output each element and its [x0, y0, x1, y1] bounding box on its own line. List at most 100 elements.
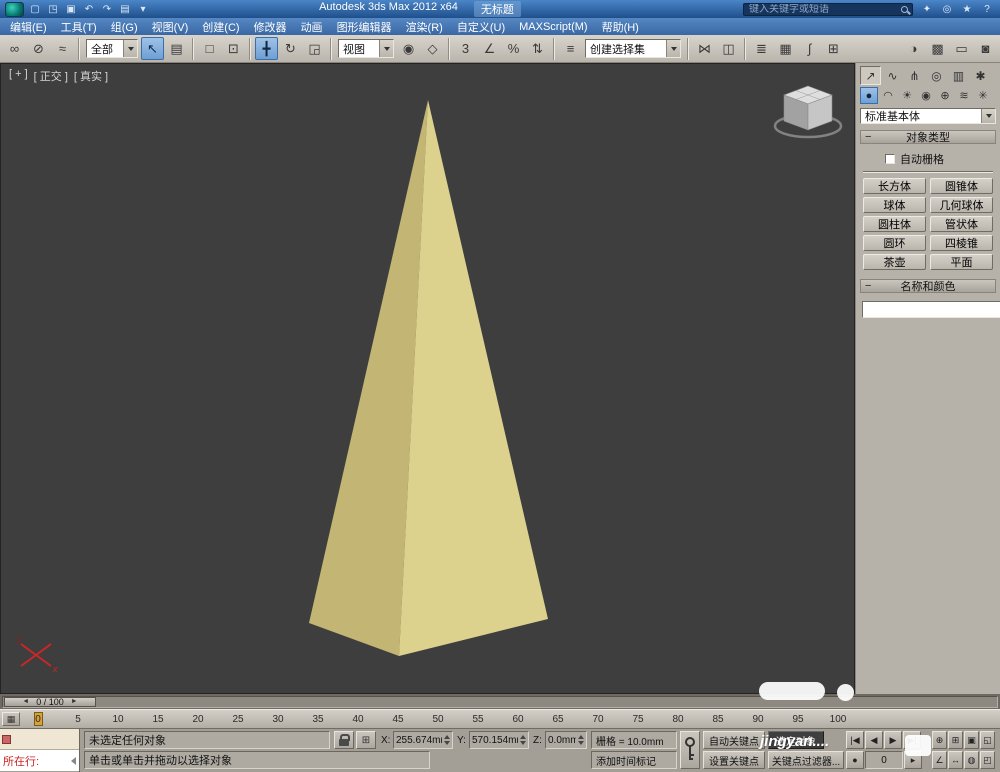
- primitive-button-6[interactable]: 圆环: [863, 235, 926, 251]
- key-target-dropdown[interactable]: 选定对象: [768, 731, 824, 749]
- time-slider-prev-arrow[interactable]: ◄: [22, 698, 29, 705]
- redo-button[interactable]: ↷: [99, 2, 115, 17]
- menu-views[interactable]: 视图(V): [145, 18, 196, 36]
- search-icon[interactable]: [901, 6, 908, 13]
- primitive-button-1[interactable]: 圆锥体: [930, 178, 993, 194]
- spinner-snap-toggle[interactable]: ⇅: [526, 37, 549, 60]
- project-folder-button[interactable]: ▤: [117, 2, 133, 17]
- menu-edit[interactable]: 编辑(E): [3, 18, 54, 36]
- select-by-name-button[interactable]: ▤: [165, 37, 188, 60]
- current-frame-field[interactable]: 0: [865, 751, 903, 769]
- tab-display[interactable]: ▥: [948, 66, 969, 85]
- tab-utilities[interactable]: ✱: [970, 66, 991, 85]
- schematic-view-button[interactable]: ⊞: [822, 37, 845, 60]
- select-object-button[interactable]: ↖: [141, 37, 164, 60]
- y-spinner[interactable]: [520, 735, 526, 745]
- viewport[interactable]: [ + ] [ 正交 ] [ 真实 ] x y: [0, 63, 855, 694]
- viewport-shading-label[interactable]: [ 真实 ]: [74, 68, 108, 84]
- layer-manager-button[interactable]: ≣: [750, 37, 773, 60]
- qat-dropdown-arrow[interactable]: ▾: [135, 2, 151, 17]
- select-and-move-button[interactable]: ╋: [255, 37, 278, 60]
- name-color-rollout-header[interactable]: − 名称和颜色: [860, 279, 996, 293]
- object-name-input[interactable]: [862, 301, 1000, 318]
- unlink-selection-button[interactable]: ⊘: [27, 37, 50, 60]
- tab-motion[interactable]: ◎: [926, 66, 947, 85]
- y-coordinate-field[interactable]: 570.154mm: [469, 731, 529, 749]
- autogrid-row[interactable]: 自动栅格: [861, 151, 995, 167]
- time-slider-handle[interactable]: ◄ 0 / 100 ►: [4, 697, 96, 707]
- macro-recorder-pane[interactable]: [0, 729, 79, 750]
- curve-editor-button[interactable]: ∫: [798, 37, 821, 60]
- category-lights[interactable]: ☀: [898, 87, 916, 104]
- primitive-button-2[interactable]: 球体: [863, 197, 926, 213]
- menu-create[interactable]: 创建(C): [195, 18, 246, 36]
- listener-pane[interactable]: 所在行:: [0, 750, 79, 771]
- category-geometry[interactable]: ●: [860, 87, 878, 104]
- zoom-extents-button[interactable]: ▣: [964, 731, 979, 749]
- tab-create[interactable]: ↗: [860, 66, 881, 85]
- category-systems[interactable]: ✳: [974, 87, 992, 104]
- go-to-end-button[interactable]: ▶|: [903, 731, 921, 749]
- x-spinner[interactable]: [444, 735, 450, 745]
- sign-in-icon[interactable]: ✦: [919, 2, 935, 17]
- autogrid-checkbox[interactable]: [885, 154, 895, 164]
- named-selection-sets-dropdown[interactable]: 创建选择集: [585, 39, 681, 58]
- new-scene-button[interactable]: ▢: [27, 2, 43, 17]
- time-slider-next-arrow[interactable]: ►: [71, 698, 78, 705]
- primitive-button-4[interactable]: 圆柱体: [863, 216, 926, 232]
- geometry-type-dropdown[interactable]: 标准基本体: [860, 108, 996, 124]
- undo-button[interactable]: ↶: [81, 2, 97, 17]
- dropdown-arrow-icon[interactable]: [379, 40, 393, 57]
- absolute-mode-transform-toggle[interactable]: ⊞: [356, 731, 376, 749]
- reference-coordinate-system-dropdown[interactable]: 视图: [338, 39, 394, 58]
- viewcube[interactable]: [772, 80, 844, 145]
- percent-snap-toggle[interactable]: %: [502, 37, 525, 60]
- collapse-icon[interactable]: −: [865, 131, 875, 143]
- menu-group[interactable]: 组(G): [104, 18, 145, 36]
- object-type-rollout-header[interactable]: − 对象类型: [860, 130, 996, 144]
- menu-modifiers[interactable]: 修改器: [247, 18, 294, 36]
- graphite-ribbon-toggle[interactable]: ▦: [774, 37, 797, 60]
- auto-key-toggle[interactable]: 自动关键点: [703, 731, 765, 749]
- render-production-button[interactable]: ◙: [974, 37, 997, 60]
- maxscript-mini-listener[interactable]: 所在行:: [0, 729, 80, 772]
- play-animation-button[interactable]: ▶: [884, 731, 902, 749]
- go-to-start-button[interactable]: |◀: [846, 731, 864, 749]
- category-helpers[interactable]: ⊕: [936, 87, 954, 104]
- z-coordinate-field[interactable]: 0.0mm: [545, 731, 587, 749]
- x-coordinate-field[interactable]: 255.674mm: [393, 731, 453, 749]
- listener-scroll-arrow-icon[interactable]: [71, 757, 76, 765]
- next-frame-button[interactable]: ▸: [904, 751, 922, 769]
- category-shapes[interactable]: ◠: [879, 87, 897, 104]
- collapse-icon[interactable]: −: [865, 280, 875, 292]
- dropdown-arrow-icon[interactable]: [123, 40, 137, 57]
- zoom-all-button[interactable]: ⊞: [948, 731, 963, 749]
- align-button[interactable]: ◫: [717, 37, 740, 60]
- select-and-link-button[interactable]: ∞: [3, 37, 26, 60]
- open-mini-curve-editor-button[interactable]: ▦: [2, 712, 20, 726]
- menu-graph-editors[interactable]: 图形编辑器: [330, 18, 399, 36]
- help-icon[interactable]: ?: [979, 2, 995, 17]
- previous-frame-button[interactable]: ◀: [865, 731, 883, 749]
- z-spinner[interactable]: [578, 735, 584, 745]
- primitive-button-0[interactable]: 长方体: [863, 178, 926, 194]
- category-cameras[interactable]: ◉: [917, 87, 935, 104]
- bind-to-space-warp-button[interactable]: ≈: [51, 37, 74, 60]
- selection-lock-toggle[interactable]: [334, 731, 354, 749]
- tab-hierarchy[interactable]: ⋔: [904, 66, 925, 85]
- primitive-button-7[interactable]: 四棱锥: [930, 235, 993, 251]
- pyramid-object[interactable]: [1, 64, 854, 693]
- window-crossing-toggle[interactable]: ⊡: [222, 37, 245, 60]
- selection-filter-dropdown[interactable]: 全部: [86, 39, 138, 58]
- dropdown-arrow-icon[interactable]: [981, 109, 995, 123]
- primitive-button-5[interactable]: 管状体: [930, 216, 993, 232]
- primitive-button-3[interactable]: 几何球体: [930, 197, 993, 213]
- menu-customize[interactable]: 自定义(U): [450, 18, 512, 36]
- communication-center-icon[interactable]: ◎: [939, 2, 955, 17]
- edit-named-selection-sets-button[interactable]: ≡: [559, 37, 582, 60]
- select-and-manipulate-button[interactable]: ◇: [421, 37, 444, 60]
- open-file-button[interactable]: ◳: [45, 2, 61, 17]
- favorites-icon[interactable]: ★: [959, 2, 975, 17]
- zoom-button[interactable]: ⊕: [932, 731, 947, 749]
- zoom-region-button[interactable]: ◱: [980, 731, 995, 749]
